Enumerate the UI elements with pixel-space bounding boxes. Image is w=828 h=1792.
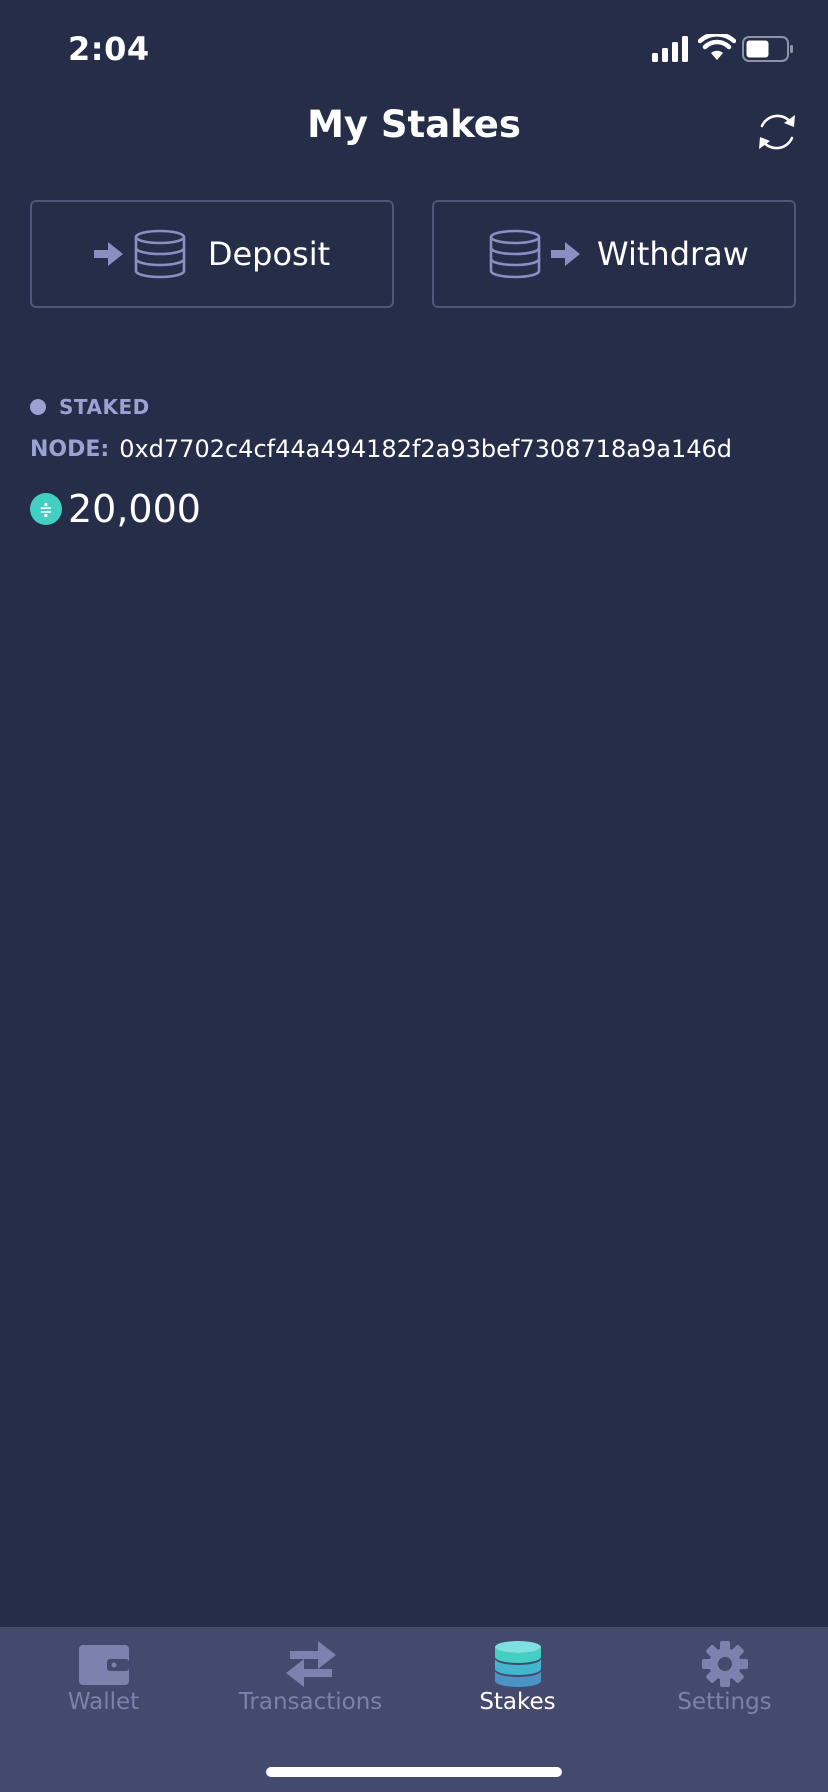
page-title: My Stakes — [307, 103, 521, 146]
withdraw-button[interactable]: Withdraw — [432, 200, 796, 308]
withdraw-label: Withdraw — [597, 235, 749, 273]
tab-bar: Wallet Transactions Stakes Settings — [0, 1627, 828, 1792]
status-time: 2:04 — [68, 30, 150, 68]
wifi-icon — [698, 34, 736, 60]
cellular-signal-icon — [652, 36, 688, 62]
tab-label: Wallet — [67, 1689, 140, 1715]
wallet-icon — [78, 1645, 129, 1685]
stake-amount: 20,000 — [68, 487, 201, 531]
status-text: STAKED — [59, 395, 150, 419]
transfer-arrows-icon — [285, 1641, 336, 1687]
home-indicator[interactable] — [266, 1767, 562, 1777]
tab-label: Settings — [677, 1689, 772, 1715]
battery-icon — [742, 36, 793, 62]
token-icon: ≑ — [30, 493, 62, 525]
gear-icon — [701, 1641, 748, 1687]
deposit-label: Deposit — [207, 235, 331, 273]
amount-row: ≑ 20,000 — [30, 484, 810, 534]
coin-stack-icon — [134, 229, 186, 279]
node-label: NODE: — [30, 436, 110, 462]
arrow-right-icon — [551, 242, 581, 266]
arrow-right-icon — [93, 242, 123, 266]
coin-stack-icon — [494, 1641, 541, 1687]
status-dot-icon — [30, 399, 46, 415]
coin-stack-icon — [489, 229, 541, 279]
tab-settings[interactable]: Settings — [621, 1627, 828, 1737]
tab-label: Stakes — [479, 1689, 556, 1715]
tab-wallet[interactable]: Wallet — [0, 1627, 207, 1737]
header: My Stakes — [0, 95, 828, 155]
deposit-button[interactable]: Deposit — [30, 200, 394, 308]
status-bar: 2:04 — [0, 0, 828, 100]
stake-item[interactable]: STAKED NODE: 0xd7702c4cf44a494182f2a93be… — [30, 392, 810, 534]
tab-transactions[interactable]: Transactions — [207, 1627, 414, 1737]
tab-label: Transactions — [238, 1689, 383, 1715]
refresh-icon[interactable] — [754, 109, 800, 155]
stake-status: STAKED — [30, 392, 810, 422]
node-address: 0xd7702c4cf44a494182f2a93bef7308718a9a14… — [119, 435, 732, 463]
node-row: NODE: 0xd7702c4cf44a494182f2a93bef730871… — [30, 432, 810, 466]
tab-stakes[interactable]: Stakes — [414, 1627, 621, 1737]
